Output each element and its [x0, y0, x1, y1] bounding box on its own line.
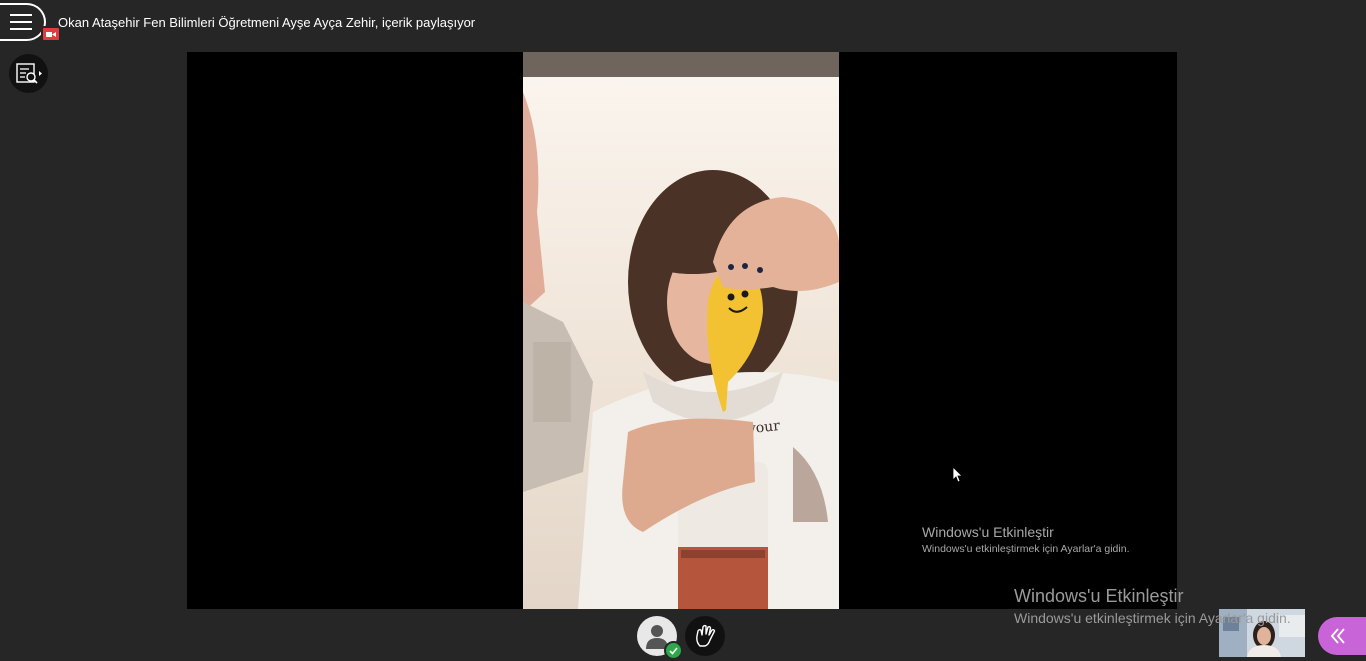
raise-hand-icon	[696, 624, 716, 647]
session-title: Okan Ataşehir Fen Bilimleri Öğretmeni Ay…	[58, 15, 476, 30]
activation-watermark-outer: Windows'u Etkinleştir Windows'u etkinleş…	[1014, 586, 1291, 626]
activation-subtext: Windows'u etkinleştirmek için Ayarlar'a …	[922, 543, 1130, 555]
shared-content-stage: with your Windows'u Etkinleştir Windows'…	[187, 52, 1177, 609]
raise-hand-button[interactable]	[685, 616, 725, 656]
activation-heading: Windows'u Etkinleştir	[1014, 586, 1184, 606]
mouse-cursor-icon	[953, 467, 963, 483]
double-chevron-left-icon	[1330, 628, 1345, 644]
check-icon	[664, 641, 683, 660]
video-frame: with your	[523, 52, 839, 609]
activation-subtext: Windows'u etkinleştirmek için Ayarlar'a …	[1014, 610, 1291, 626]
captions-button[interactable]	[9, 54, 48, 93]
activation-heading: Windows'u Etkinleştir	[922, 524, 1054, 540]
open-collaborate-panel-button[interactable]	[1318, 617, 1366, 655]
main-menu-button[interactable]	[0, 3, 46, 41]
hamburger-menu-icon	[10, 14, 32, 30]
activation-watermark-inner: Windows'u Etkinleştir Windows'u etkinleş…	[922, 524, 1129, 555]
captions-search-icon	[15, 62, 42, 84]
shared-video: with your	[523, 52, 839, 609]
